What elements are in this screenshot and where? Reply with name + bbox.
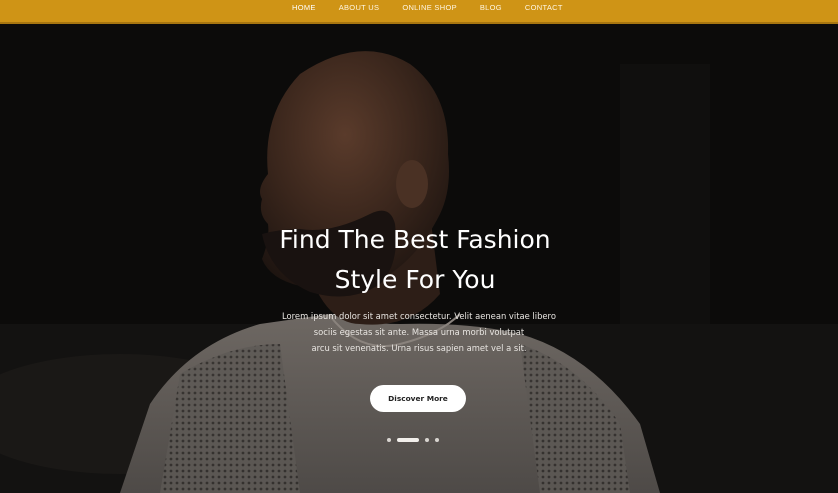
nav-item-blog[interactable]: BLOG bbox=[480, 3, 502, 12]
nav-item-online-shop[interactable]: ONLINE SHOP bbox=[402, 3, 457, 12]
hero-title-line-1: Find The Best Fashion bbox=[279, 225, 551, 254]
hero-content: Find The Best Fashion Style For You Lore… bbox=[0, 24, 838, 493]
top-navbar: HOME ABOUT US ONLINE SHOP BLOG CONTACT bbox=[0, 0, 838, 24]
slider-pagination bbox=[387, 438, 439, 442]
slider-dot-1[interactable] bbox=[387, 438, 391, 442]
hero-description-line-1: Lorem ipsum dolor sit amet consectetur. … bbox=[282, 311, 556, 321]
discover-more-button[interactable]: Discover More bbox=[370, 385, 466, 412]
slider-dot-4[interactable] bbox=[435, 438, 439, 442]
hero-title-line-2: Style For You bbox=[334, 265, 496, 294]
nav-item-home[interactable]: HOME bbox=[292, 3, 316, 12]
hero-section: Find The Best Fashion Style For You Lore… bbox=[0, 24, 838, 493]
slider-dot-2-active[interactable] bbox=[397, 438, 419, 442]
hero-description-line-2: sociis egestas sit ante. Massa urna morb… bbox=[313, 327, 525, 337]
hero-description: Lorem ipsum dolor sit amet consectetur. … bbox=[260, 308, 578, 356]
hero-description-line-3: arcu sit venenatis. Urna risus sapien am… bbox=[311, 343, 527, 353]
hero-title: Find The Best Fashion Style For You bbox=[200, 220, 630, 300]
slider-dot-3[interactable] bbox=[425, 438, 429, 442]
nav-item-contact[interactable]: CONTACT bbox=[525, 3, 563, 12]
nav-item-about-us[interactable]: ABOUT US bbox=[339, 3, 380, 12]
nav-menu: HOME ABOUT US ONLINE SHOP BLOG CONTACT bbox=[292, 3, 563, 12]
